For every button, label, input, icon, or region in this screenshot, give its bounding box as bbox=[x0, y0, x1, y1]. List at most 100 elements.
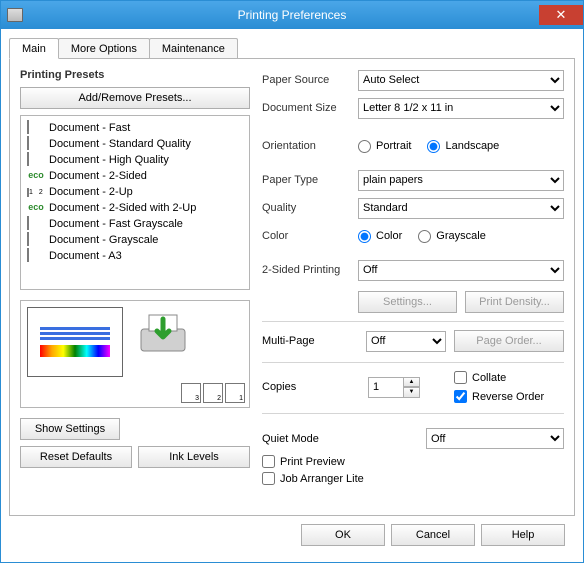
preset-label: Document - High Quality bbox=[49, 154, 169, 166]
multi-page-label: Multi-Page bbox=[262, 335, 358, 347]
radio-label: Grayscale bbox=[436, 230, 486, 242]
preset-item[interactable]: Document - Standard Quality bbox=[27, 136, 243, 152]
preset-label: Document - Standard Quality bbox=[49, 138, 191, 150]
copies-down-button[interactable]: ▼ bbox=[404, 387, 420, 398]
collate-checkbox[interactable]: Collate bbox=[454, 371, 544, 384]
right-column: Paper Source Auto Select Document Size L… bbox=[262, 69, 564, 507]
eco-icon bbox=[27, 169, 43, 183]
dialog-body: Main More Options Maintenance Printing P… bbox=[1, 29, 583, 562]
tab-main[interactable]: Main bbox=[9, 38, 59, 59]
checkbox-label: Job Arranger Lite bbox=[280, 473, 364, 485]
tab-label: Maintenance bbox=[162, 43, 225, 55]
checkbox-label: Print Preview bbox=[280, 456, 345, 468]
printer-preview-icon bbox=[135, 307, 191, 363]
button-label: Ink Levels bbox=[169, 451, 219, 463]
radio-label: Landscape bbox=[445, 140, 499, 152]
multi-page-select[interactable]: Off bbox=[366, 331, 446, 352]
tab-label: Main bbox=[22, 43, 46, 55]
tab-more-options[interactable]: More Options bbox=[58, 38, 150, 58]
orientation-portrait-radio[interactable]: Portrait bbox=[358, 140, 411, 153]
eco-icon bbox=[27, 201, 43, 215]
paper-type-label: Paper Type bbox=[262, 174, 358, 186]
color-grayscale-radio[interactable]: Grayscale bbox=[418, 230, 486, 243]
preview-page-icon bbox=[27, 307, 123, 377]
copies-input[interactable] bbox=[368, 377, 404, 398]
button-label: Settings... bbox=[383, 296, 432, 308]
help-button[interactable]: Help bbox=[481, 524, 565, 546]
window-title: Printing Preferences bbox=[238, 8, 347, 22]
ink-levels-button[interactable]: Ink Levels bbox=[138, 446, 250, 468]
doc-icon bbox=[27, 153, 43, 167]
preset-item[interactable]: Document - Fast Grayscale bbox=[27, 216, 243, 232]
preset-label: Document - 2-Sided with 2-Up bbox=[49, 202, 196, 214]
job-arranger-checkbox[interactable]: Job Arranger Lite bbox=[262, 472, 564, 485]
quiet-mode-select[interactable]: Off bbox=[426, 428, 564, 449]
doc-icon bbox=[27, 121, 43, 135]
color-color-radio[interactable]: Color bbox=[358, 230, 402, 243]
button-label: Add/Remove Presets... bbox=[78, 92, 191, 104]
reset-defaults-button[interactable]: Reset Defaults bbox=[20, 446, 132, 468]
print-preview-checkbox[interactable]: Print Preview bbox=[262, 455, 564, 468]
doc-icon bbox=[27, 233, 43, 247]
copies-stepper[interactable]: ▲ ▼ bbox=[368, 377, 420, 398]
copies-up-button[interactable]: ▲ bbox=[404, 377, 420, 388]
printer-icon bbox=[7, 8, 23, 22]
page-order-button: Page Order... bbox=[454, 330, 564, 352]
button-label: Cancel bbox=[416, 529, 450, 541]
document-size-select[interactable]: Letter 8 1/2 x 11 in bbox=[358, 98, 564, 119]
preview-box bbox=[20, 300, 250, 408]
paper-type-select[interactable]: plain papers bbox=[358, 170, 564, 191]
presets-list[interactable]: Document - Fast Document - Standard Qual… bbox=[20, 115, 250, 290]
reverse-order-checkbox[interactable]: Reverse Order bbox=[454, 390, 544, 403]
ok-button[interactable]: OK bbox=[301, 524, 385, 546]
preset-label: Document - Grayscale bbox=[49, 234, 158, 246]
doc-icon bbox=[27, 249, 43, 263]
preset-item[interactable]: Document - 2-Sided bbox=[27, 168, 243, 184]
add-remove-presets-button[interactable]: Add/Remove Presets... bbox=[20, 87, 250, 109]
preset-label: Document - 2-Up bbox=[49, 186, 133, 198]
paper-source-select[interactable]: Auto Select bbox=[358, 70, 564, 91]
preset-label: Document - Fast bbox=[49, 122, 130, 134]
checkbox-label: Reverse Order bbox=[472, 391, 544, 403]
button-label: Help bbox=[512, 529, 535, 541]
preset-item[interactable]: Document - A3 bbox=[27, 248, 243, 264]
paper-source-label: Paper Source bbox=[262, 74, 358, 86]
preset-item[interactable]: Document - Fast bbox=[27, 120, 243, 136]
tab-maintenance[interactable]: Maintenance bbox=[149, 38, 238, 58]
titlebar: Printing Preferences ✕ bbox=[1, 1, 583, 29]
copies-preview-icon bbox=[181, 383, 245, 403]
doc-icon bbox=[27, 217, 43, 231]
two-sided-select[interactable]: Off bbox=[358, 260, 564, 281]
copies-label: Copies bbox=[262, 381, 358, 393]
button-label: Print Density... bbox=[479, 296, 550, 308]
show-settings-button[interactable]: Show Settings bbox=[20, 418, 120, 440]
print-density-button: Print Density... bbox=[465, 291, 564, 313]
preset-item[interactable]: Document - 2-Up bbox=[27, 184, 243, 200]
dialog-footer: OK Cancel Help bbox=[9, 516, 575, 554]
button-label: Show Settings bbox=[35, 423, 105, 435]
document-size-label: Document Size bbox=[262, 102, 358, 114]
tab-label: More Options bbox=[71, 43, 137, 55]
doc-icon bbox=[27, 137, 43, 151]
two-sided-settings-button: Settings... bbox=[358, 291, 457, 313]
radio-label: Color bbox=[376, 230, 402, 242]
preset-item[interactable]: Document - Grayscale bbox=[27, 232, 243, 248]
preset-item[interactable]: Document - 2-Sided with 2-Up bbox=[27, 200, 243, 216]
orientation-landscape-radio[interactable]: Landscape bbox=[427, 140, 499, 153]
orientation-label: Orientation bbox=[262, 140, 358, 152]
button-label: Page Order... bbox=[476, 335, 541, 347]
quality-select[interactable]: Standard bbox=[358, 198, 564, 219]
preset-item[interactable]: Document - High Quality bbox=[27, 152, 243, 168]
cancel-button[interactable]: Cancel bbox=[391, 524, 475, 546]
printing-preferences-window: Printing Preferences ✕ Main More Options… bbox=[0, 0, 584, 563]
checkbox-label: Collate bbox=[472, 372, 506, 384]
close-button[interactable]: ✕ bbox=[539, 5, 583, 25]
two-sided-label: 2-Sided Printing bbox=[262, 264, 358, 276]
button-label: Reset Defaults bbox=[40, 451, 112, 463]
preset-label: Document - Fast Grayscale bbox=[49, 218, 183, 230]
button-label: OK bbox=[335, 529, 351, 541]
preset-label: Document - A3 bbox=[49, 250, 122, 262]
color-label: Color bbox=[262, 230, 358, 242]
tab-panel-main: Printing Presets Add/Remove Presets... D… bbox=[9, 59, 575, 516]
quiet-mode-label: Quiet Mode bbox=[262, 433, 418, 445]
